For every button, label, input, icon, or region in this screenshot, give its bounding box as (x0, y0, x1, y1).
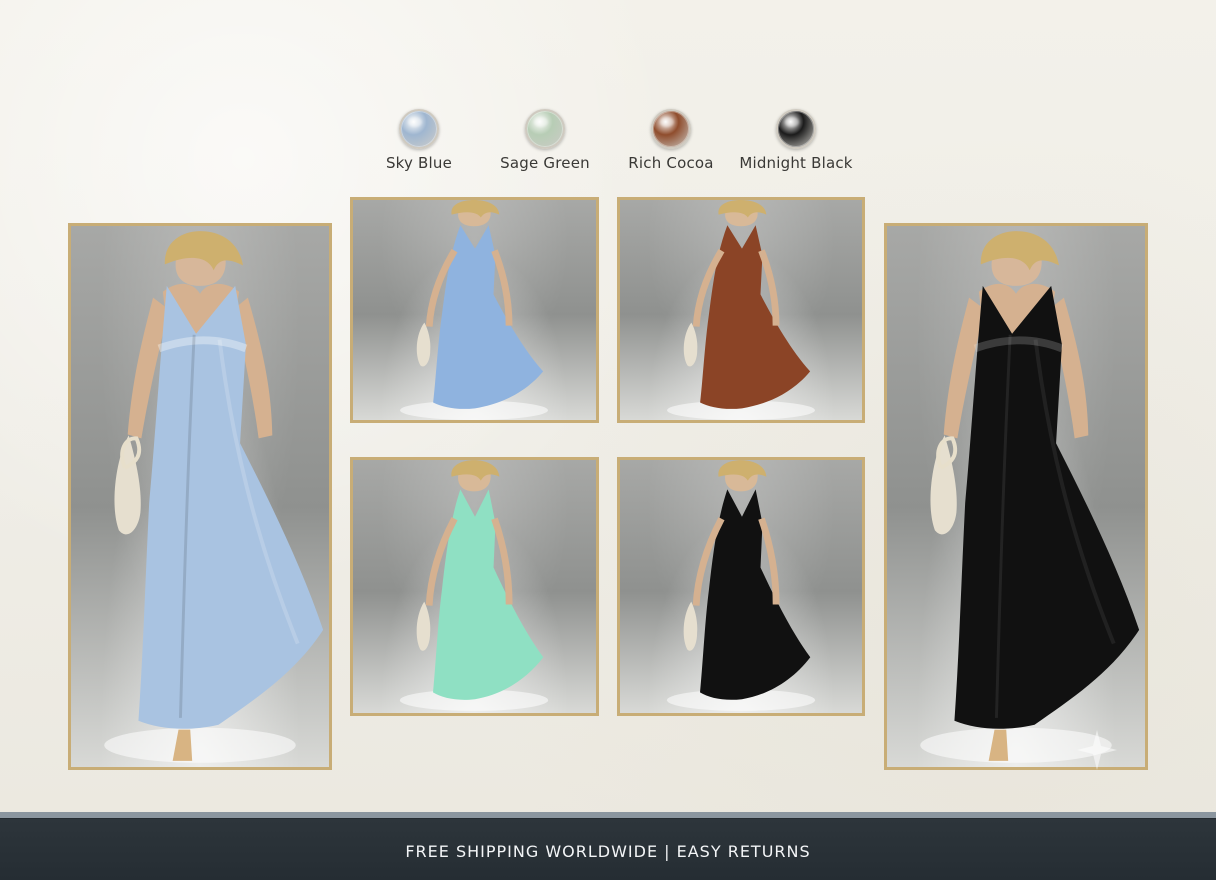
swatch-midnight-black[interactable]: Midnight Black (733, 108, 859, 178)
swatch-sage-green-label: Sage Green (500, 154, 590, 172)
dress-model-illustration (399, 460, 549, 711)
shipping-banner-text: FREE SHIPPING WORLDWIDE | EASY RETURNS (405, 842, 811, 861)
dress-model-illustration (666, 460, 816, 711)
gallery-photo-small-rich-cocoa[interactable] (617, 197, 865, 423)
swatch-sage-green-dot[interactable] (525, 109, 565, 149)
gallery-photo-small-sky-blue[interactable] (350, 197, 599, 423)
swatch-sky-blue-dot[interactable] (399, 109, 439, 149)
gallery-photo-small-sage-green[interactable] (350, 457, 599, 716)
swatch-sky-blue-label: Sky Blue (385, 154, 453, 172)
swatch-rich-cocoa-dot[interactable] (651, 109, 691, 149)
swatch-rich-cocoa[interactable]: Rich Cocoa (608, 108, 734, 178)
color-swatches: Sky Blue Sage Green Rich Cocoa Midnight … (0, 108, 1216, 178)
shipping-banner: FREE SHIPPING WORLDWIDE | EASY RETURNS (0, 812, 1216, 880)
sparkle-icon (1077, 730, 1117, 770)
swatch-midnight-black-dot[interactable] (776, 109, 816, 149)
gallery-photo-large-midnight-black[interactable] (884, 223, 1148, 770)
dress-model-illustration (920, 231, 1140, 763)
swatch-midnight-black-label: Midnight Black (739, 154, 853, 172)
gallery-photo-small-midnight-black[interactable] (617, 457, 865, 716)
dress-model-illustration (400, 200, 548, 420)
swatch-sky-blue[interactable]: Sky Blue (356, 108, 482, 178)
dress-model-illustration (667, 200, 815, 420)
dress-model-illustration (104, 231, 324, 763)
swatch-sage-green[interactable]: Sage Green (482, 108, 608, 178)
gallery-photo-large-sky-blue[interactable] (68, 223, 332, 770)
swatch-rich-cocoa-label: Rich Cocoa (628, 154, 714, 172)
